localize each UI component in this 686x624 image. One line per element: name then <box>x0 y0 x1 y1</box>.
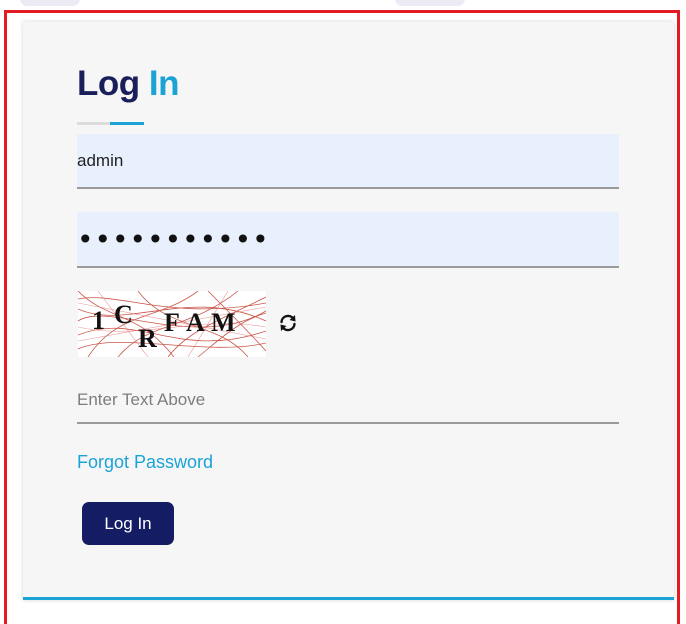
refresh-icon[interactable] <box>276 311 300 335</box>
username-field[interactable] <box>77 134 619 189</box>
login-button[interactable]: Log In <box>82 502 174 545</box>
captcha-input[interactable] <box>77 378 619 424</box>
svg-text:R: R <box>138 324 157 353</box>
page-title: Log In <box>77 64 179 104</box>
captcha-image: 1 C R F A M <box>78 291 266 357</box>
password-field[interactable] <box>77 212 619 268</box>
forgot-password-link[interactable]: Forgot Password <box>77 452 213 473</box>
title-underline-accent <box>110 122 144 125</box>
svg-text:C: C <box>114 300 133 329</box>
background-decoration <box>395 0 465 6</box>
svg-text:F: F <box>164 308 180 337</box>
svg-text:1: 1 <box>92 306 105 335</box>
background-decoration <box>20 0 80 6</box>
svg-text:M: M <box>211 308 236 337</box>
svg-text:A: A <box>186 308 205 337</box>
title-main: Log <box>77 64 140 103</box>
title-accent: In <box>148 64 180 103</box>
